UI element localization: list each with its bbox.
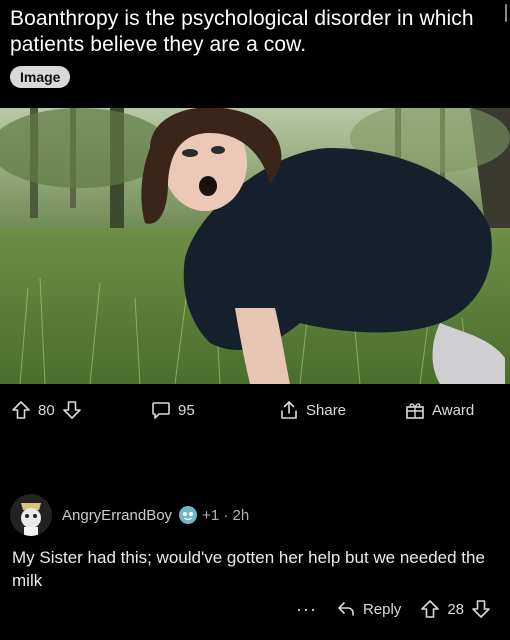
more-options-icon[interactable]: ··· [296,599,317,620]
post-flair[interactable]: Image [10,66,71,88]
comment-header: AngryErrandBoy +1 · 2h [10,490,249,540]
comment-count: 95 [178,401,195,419]
share-label: Share [306,401,347,419]
gift-icon [404,399,426,421]
comment-username[interactable]: AngryErrandBoy [62,507,172,524]
comment-actions: ··· Reply 28 [296,594,492,624]
comment-meta: +1 · 2h [202,506,250,524]
avatar[interactable] [10,494,52,536]
post-image[interactable] [0,108,510,384]
share-button[interactable]: Share [278,392,346,428]
comments-button[interactable]: 95 [150,392,195,428]
comment-downvote-arrow-icon[interactable] [470,598,492,620]
award-label: Award [432,401,475,419]
comment-vote-group: 28 [419,598,492,620]
award-button[interactable]: Award [404,392,474,428]
reply-label: Reply [362,600,402,618]
vote-group: 80 [10,392,83,428]
chat-bubble-icon [150,399,172,421]
downvote-arrow-icon[interactable] [61,399,83,421]
reply-button[interactable]: Reply [335,598,401,620]
comment-upvote-arrow-icon[interactable] [419,598,441,620]
scroll-indicator [505,4,507,22]
upvote-arrow-icon[interactable] [10,399,32,421]
comment-score: 28 [447,600,464,618]
user-award-icon [178,505,198,525]
post-photo [0,108,510,384]
reply-arrow-icon [335,598,357,620]
post-action-bar: 80 95 Share Award [0,392,510,428]
post-title[interactable]: Boanthropy is the psychological disorder… [10,6,498,58]
upvote-count: 80 [38,401,55,419]
comment-text: My Sister had this; would've gotten her … [12,548,485,590]
share-icon [278,399,300,421]
